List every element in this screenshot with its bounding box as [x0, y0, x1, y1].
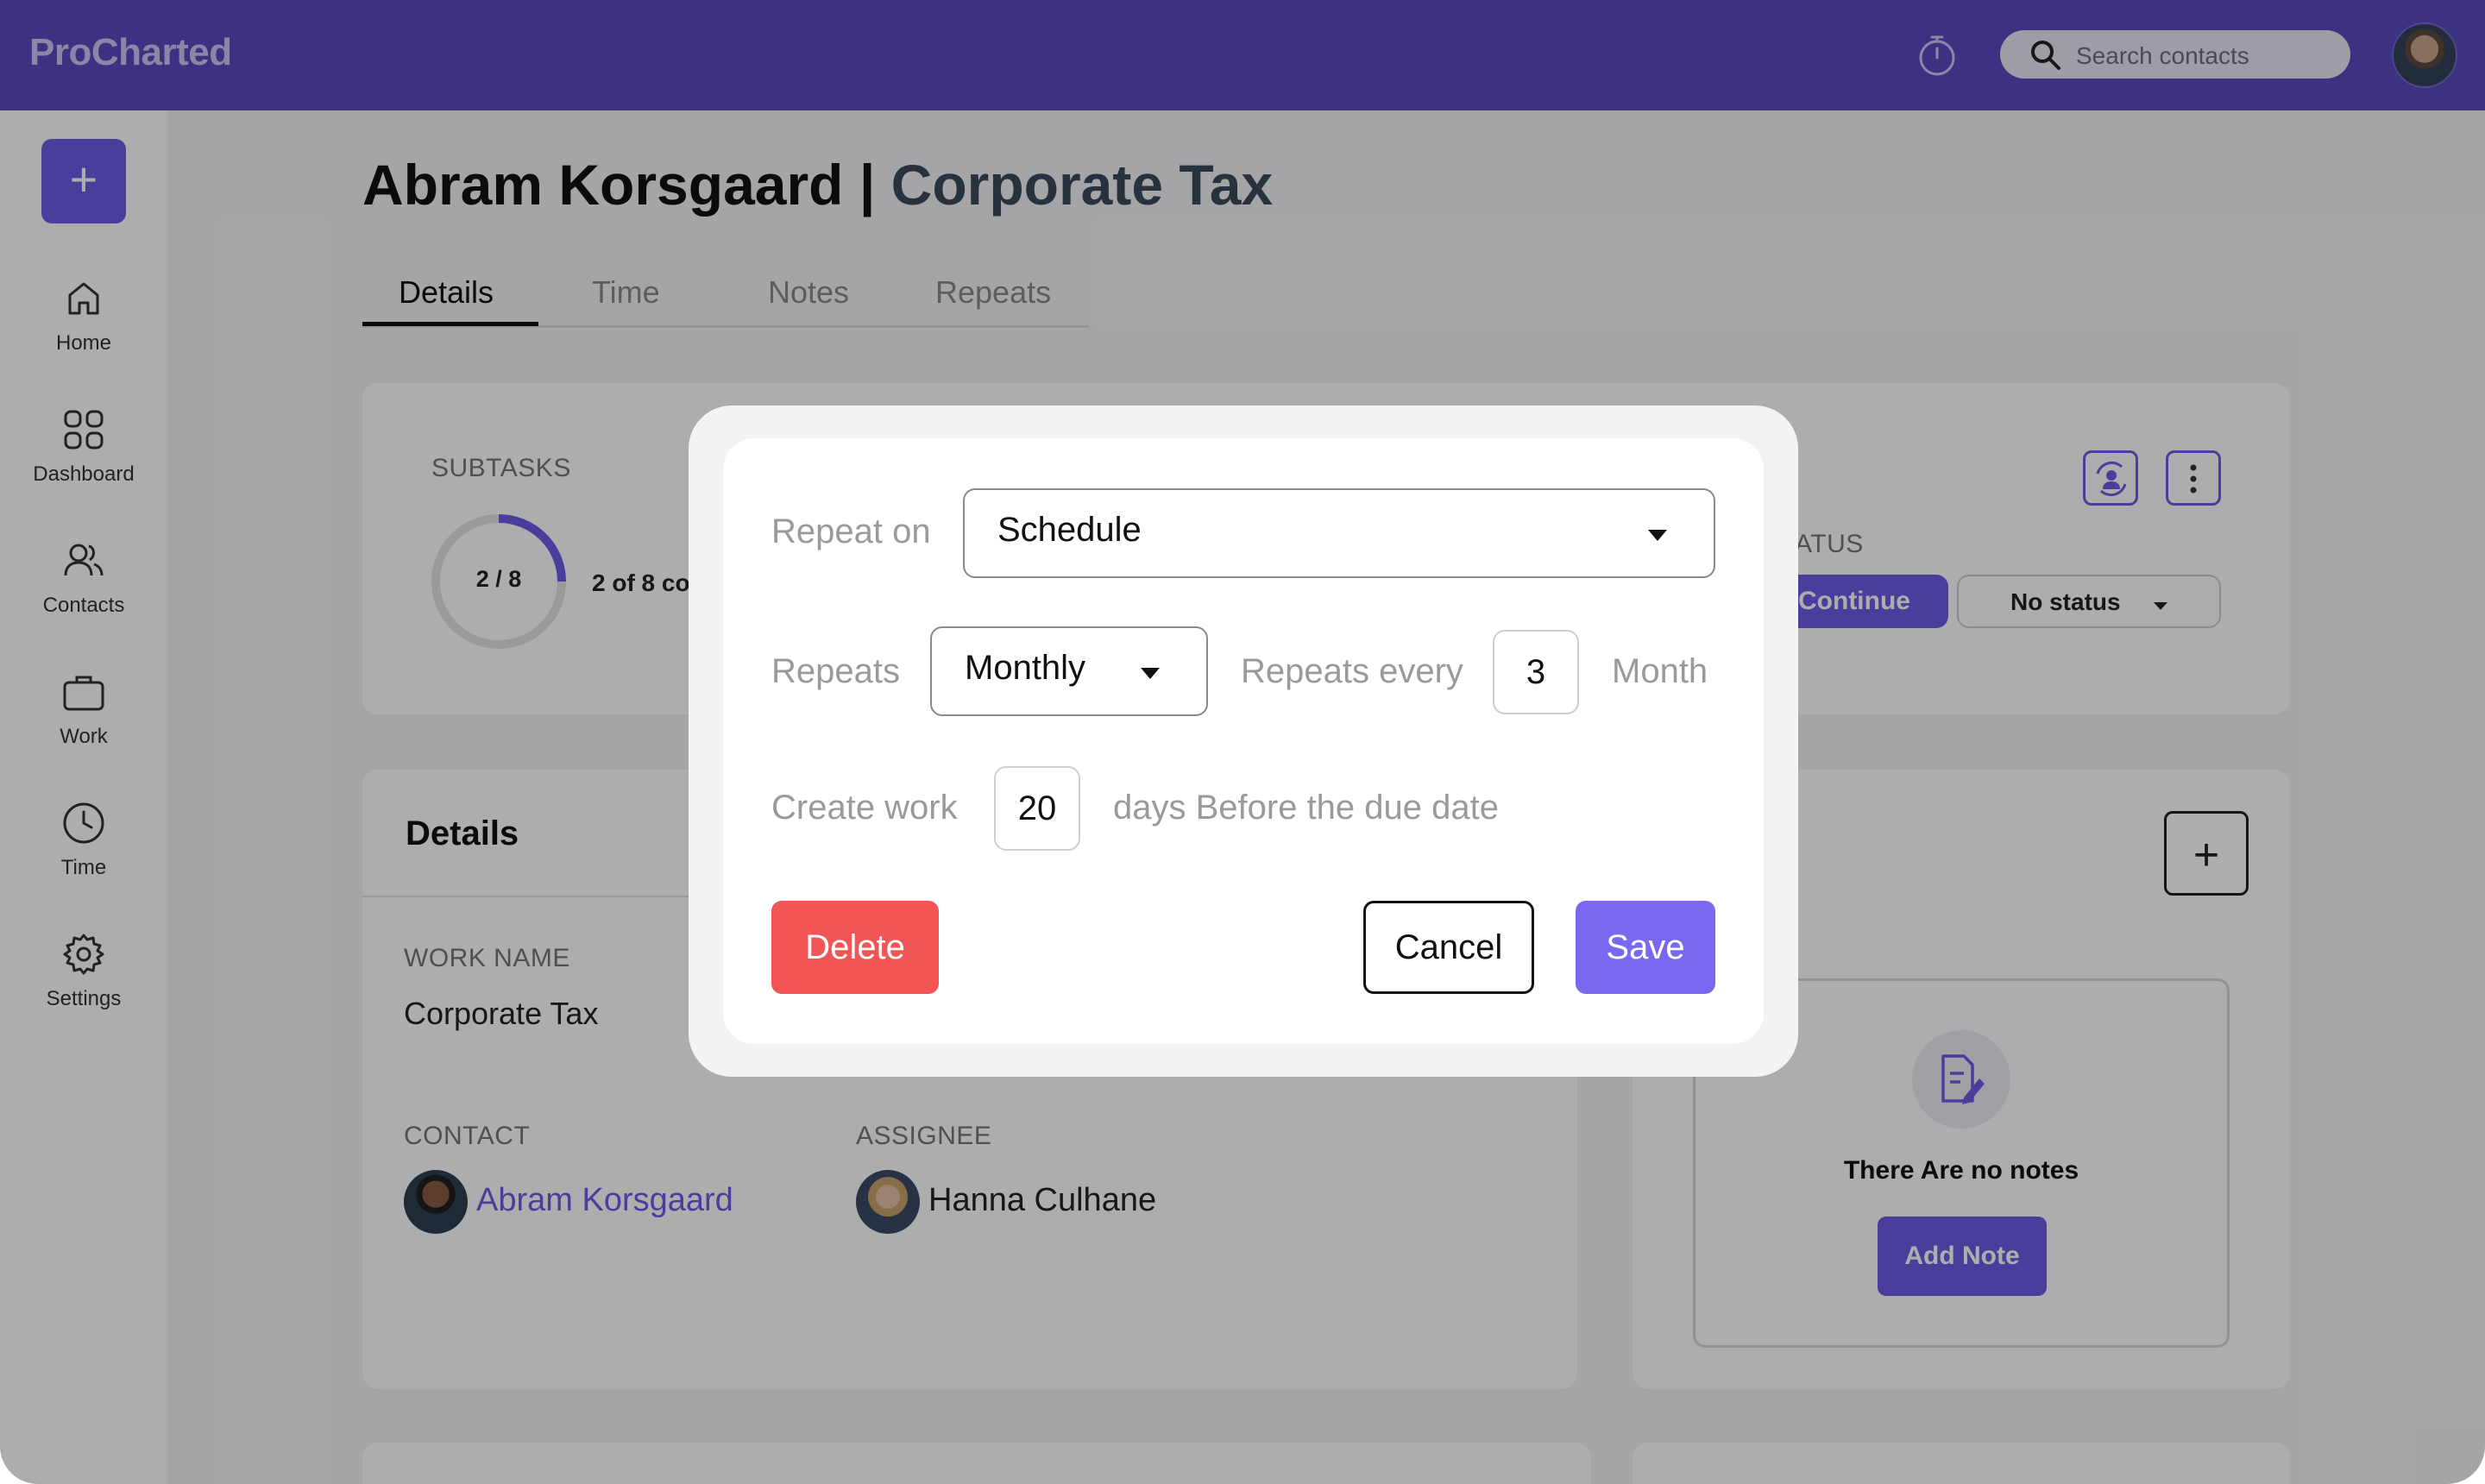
chevron-down-icon: [1141, 668, 1160, 679]
save-button[interactable]: Save: [1576, 901, 1715, 994]
interval-unit-label: Month: [1612, 652, 1708, 690]
repeats-label: Repeats: [771, 652, 900, 690]
cancel-button[interactable]: Cancel: [1363, 901, 1534, 994]
repeats-value: Monthly: [965, 649, 1086, 687]
repeat-on-value: Schedule: [997, 511, 1142, 549]
repeat-on-label: Repeat on: [771, 512, 931, 550]
delete-button[interactable]: Delete: [771, 901, 939, 994]
create-work-label: Create work: [771, 789, 958, 827]
repeats-every-label: Repeats every: [1241, 652, 1463, 690]
app-frame: ProCharted Search contacts + Home Dashbo…: [0, 0, 2485, 1484]
repeats-select[interactable]: Monthly: [930, 626, 1208, 716]
repeat-on-select[interactable]: Schedule: [963, 488, 1715, 578]
days-before-label: days Before the due date: [1113, 789, 1499, 827]
create-work-days-input[interactable]: 20: [994, 766, 1080, 851]
repeats-every-input[interactable]: 3: [1493, 630, 1579, 714]
chevron-down-icon: [1648, 530, 1667, 541]
